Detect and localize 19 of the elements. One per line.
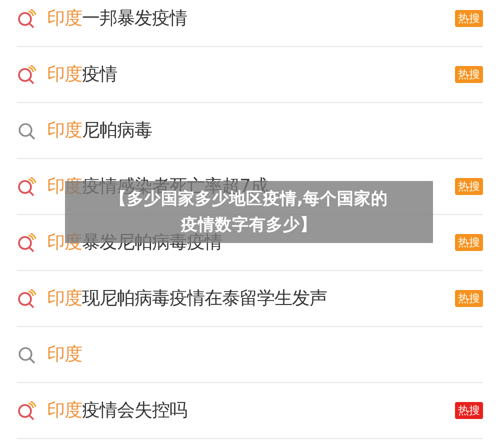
- hot-search-icon: [17, 400, 37, 420]
- hot-search-icon: [17, 176, 37, 196]
- hot-search-icon: [17, 64, 37, 84]
- suggestion-link[interactable]: 印度疫情会失控吗: [47, 397, 187, 424]
- hot-badge: 热搜: [455, 178, 483, 195]
- suggestion-link[interactable]: 印度尼帕病毒: [47, 117, 152, 144]
- suggestion-link[interactable]: 印度现尼帕病毒疫情在泰留学生发声: [47, 285, 327, 312]
- hot-badge: 热搜: [455, 234, 483, 251]
- suggestion-link[interactable]: 印度一邦暴发疫情: [47, 5, 187, 32]
- hot-search-icon: [17, 232, 37, 252]
- hot-badge: 热搜: [455, 402, 483, 419]
- hot-badge: 热搜: [455, 66, 483, 83]
- hot-search-icon: [17, 288, 37, 308]
- hot-badge: 热搜: [455, 10, 483, 27]
- suggestion-link[interactable]: 印度疫情: [47, 61, 117, 88]
- search-icon: [17, 344, 37, 364]
- hot-badge: 热搜: [455, 290, 483, 307]
- hot-search-icon: [17, 8, 37, 28]
- search-icon: [17, 120, 37, 140]
